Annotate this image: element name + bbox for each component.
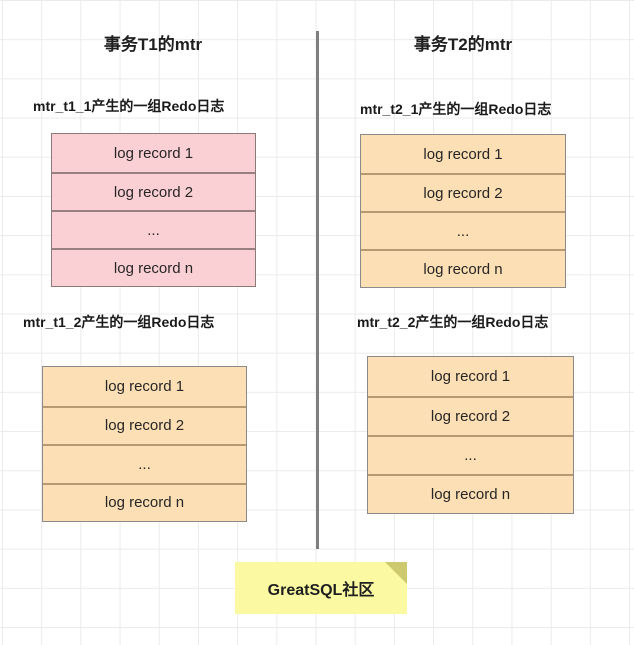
- log-record-stack-mtr-t2-1: log record 1 log record 2 ... log record…: [360, 134, 566, 288]
- log-record-row: ...: [361, 211, 565, 249]
- log-record-row: log record 2: [361, 173, 565, 211]
- group-caption-mtr-t1-1: mtr_t1_1产生的一组Redo日志: [33, 98, 225, 114]
- log-record-row: ...: [52, 210, 255, 248]
- column-header-t2: 事务T2的mtr: [413, 35, 513, 54]
- diagram-canvas: 事务T1的mtr 事务T2的mtr mtr_t1_1产生的一组Redo日志 lo…: [0, 0, 634, 645]
- group-caption-mtr-t2-2: mtr_t2_2产生的一组Redo日志: [357, 314, 549, 330]
- watermark-label: GreatSQL社区: [267, 582, 375, 599]
- log-record-row: log record 2: [43, 405, 246, 444]
- log-record-row: ...: [368, 435, 573, 474]
- log-record-row: log record 1: [52, 134, 255, 172]
- group-caption-mtr-t1-2: mtr_t1_2产生的一组Redo日志: [23, 314, 215, 330]
- column-header-t1: 事务T1的mtr: [103, 35, 203, 54]
- log-record-row: log record n: [43, 482, 246, 521]
- log-record-row: log record n: [52, 248, 255, 286]
- log-record-stack-mtr-t1-1: log record 1 log record 2 ... log record…: [51, 133, 256, 287]
- log-record-row: log record n: [361, 249, 565, 287]
- log-record-row: log record 2: [368, 396, 573, 435]
- log-record-row: log record n: [368, 474, 573, 513]
- log-record-row: log record 1: [368, 357, 573, 396]
- log-record-row: log record 2: [52, 172, 255, 210]
- log-record-row: log record 1: [43, 367, 246, 406]
- log-record-row: log record 1: [361, 135, 565, 173]
- log-record-stack-mtr-t1-2: log record 1 log record 2 ... log record…: [42, 366, 247, 522]
- group-caption-mtr-t2-1: mtr_t2_1产生的一组Redo日志: [360, 101, 552, 117]
- log-record-row: ...: [43, 444, 246, 483]
- vertical-divider: [316, 31, 319, 549]
- watermark-sticky-note: GreatSQL社区: [235, 562, 407, 614]
- log-record-stack-mtr-t2-2: log record 1 log record 2 ... log record…: [367, 356, 574, 514]
